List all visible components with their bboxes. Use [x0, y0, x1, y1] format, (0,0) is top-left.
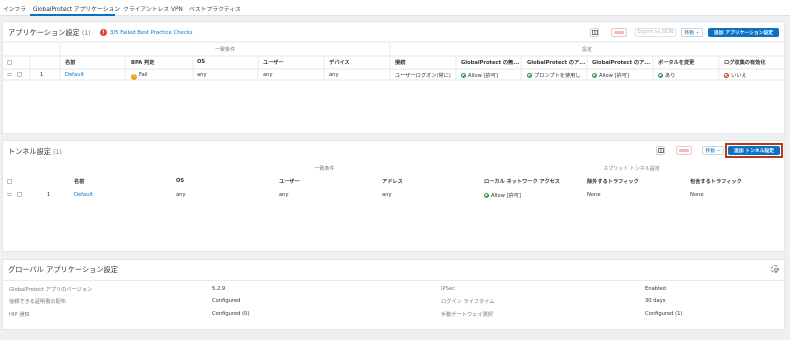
app-select-all-checkbox[interactable] [7, 60, 12, 65]
global-label-cert-distribution: 信頼できる証明書の配布 [9, 299, 66, 305]
app-col-os[interactable]: OS [197, 59, 255, 65]
app-col-log-collect[interactable]: ログ収集の有効化 [724, 59, 782, 66]
check-circle-icon [658, 73, 663, 78]
global-label-app-version: GlobalProtect アプリのバージョン [9, 287, 93, 293]
check-circle-icon [592, 73, 597, 78]
portal-change-value: あり [665, 73, 676, 79]
tunnel-col-include[interactable]: 包含するトラフィック [690, 178, 782, 185]
tunnel-move-button[interactable]: 移動 ⌄ [702, 146, 724, 155]
global-value-login-lifetime: 30 days [645, 298, 666, 304]
tunnel-settings-title-text: トンネル設定 [8, 147, 51, 156]
tunnel-row-os: any [176, 192, 186, 198]
app-col-portal-change[interactable]: ポータルを変更 [658, 59, 716, 66]
divider [3, 280, 784, 281]
tunnel-col-local-access[interactable]: ローカル ネットワーク アクセス [484, 178, 580, 185]
app-row-gp-app2: Allow [許可] [592, 72, 650, 79]
app-col-connect[interactable]: 接続 [395, 59, 453, 66]
app-row-connect: ユーザーログオン(常に) [395, 73, 451, 79]
tunnel-row-checkbox[interactable] [17, 192, 22, 197]
tunnel-settings-count: (1) [53, 149, 62, 156]
tunnel-row-local-access: Allow [許可] [484, 192, 580, 199]
tunnel-col-os[interactable]: OS [176, 178, 272, 184]
tunnel-row-address: any [382, 192, 392, 198]
tunnel-row-exclude: None [587, 192, 601, 198]
tunnel-match-group-header: 一致条件 [314, 166, 335, 172]
global-value-hip-notify: Configured (0) [212, 311, 250, 317]
tunnel-row-user: any [279, 192, 289, 198]
prohibited-icon [724, 73, 729, 78]
tunnel-row-include: None [690, 192, 704, 198]
local-access-value: Allow [許可] [491, 193, 521, 199]
app-row-gp-disable: Allow [許可] [461, 72, 519, 79]
tunnel-move-label: 移動 [705, 149, 716, 154]
global-label-ipsec: IPSec [441, 286, 455, 292]
columns-icon [657, 148, 664, 153]
tunnel-col-address[interactable]: アドレス [382, 178, 477, 185]
tunnel-row-index: 1 [47, 192, 51, 198]
app-col-gp-app1[interactable]: GlobalProtect のア... [527, 59, 585, 66]
delete-icon [679, 149, 689, 152]
tunnel-split-group-header: スプリット トンネル設定 [603, 166, 660, 172]
gp-app1-value: プロンプトを使用し [534, 73, 581, 79]
tunnel-delete-button[interactable] [676, 146, 692, 155]
app-row-user: any [263, 72, 273, 78]
app-col-user[interactable]: ユーザー [263, 59, 321, 66]
app-col-name[interactable]: 名前 [65, 59, 123, 66]
app-row-bpa: ! Fail [131, 72, 191, 80]
global-value-ipsec: Enabled [645, 286, 666, 292]
app-row-name-link[interactable]: Default [65, 72, 123, 78]
row-checkbox[interactable] [17, 72, 22, 77]
check-circle-icon [484, 193, 489, 198]
bpa-value: Fail [139, 72, 148, 78]
app-col-device[interactable]: デバイス [329, 59, 387, 66]
tunnel-column-layout-button[interactable] [656, 146, 665, 155]
app-row-device: any [329, 72, 339, 78]
global-label-hip-notify: HIP 通知 [9, 312, 30, 318]
gp-app2-value: Allow [許可] [599, 73, 629, 79]
warning-icon: ! [131, 74, 137, 80]
app-row-portal-change: あり [658, 72, 716, 79]
global-value-manual-gateway: Configured (1) [645, 311, 683, 317]
check-circle-icon [461, 73, 466, 78]
app-match-group-header: 一致条件 [214, 47, 235, 53]
tunnel-col-exclude[interactable]: 除外するトラフィック [587, 178, 683, 185]
global-value-app-version: 5.2.9 [212, 286, 226, 292]
global-settings-panel [2, 259, 785, 330]
gear-icon[interactable] [771, 265, 779, 273]
row-index: 1 [40, 72, 44, 78]
global-settings-title: グローバル アプリケーション設定 [8, 265, 118, 274]
highlight-box [725, 143, 783, 158]
tunnel-select-all-checkbox[interactable] [7, 179, 12, 184]
gp-disable-value: Allow [許可] [468, 73, 498, 79]
tunnel-col-name[interactable]: 名前 [74, 178, 168, 185]
log-collect-value: いいえ [731, 73, 747, 79]
app-row-os: any [197, 72, 207, 78]
app-settings-group-header: 設定 [581, 47, 592, 53]
global-label-manual-gateway: 手動ゲートウェイ選択 [441, 312, 493, 318]
tunnel-row-name-link[interactable]: Default [74, 192, 168, 198]
drag-handle-icon[interactable] [7, 193, 12, 196]
app-row-log-collect: いいえ [724, 72, 782, 79]
global-label-login-lifetime: ログイン ライフタイム [441, 299, 495, 305]
chevron-down-icon: ⌄ [716, 148, 721, 153]
global-value-cert-distribution: Configured [212, 298, 241, 304]
check-circle-icon [527, 73, 532, 78]
app-row-gp-app1: プロンプトを使用し [527, 72, 585, 79]
app-col-bpa[interactable]: BPA 判定 [131, 59, 191, 66]
tunnel-settings-title: トンネル設定 (1) [8, 147, 62, 157]
drag-handle-icon[interactable] [7, 73, 12, 76]
app-col-gp-app2[interactable]: GlobalProtect のア... [592, 59, 650, 66]
tunnel-col-user[interactable]: ユーザー [279, 178, 375, 185]
app-col-gp-disable[interactable]: GlobalProtect の無... [461, 59, 519, 66]
